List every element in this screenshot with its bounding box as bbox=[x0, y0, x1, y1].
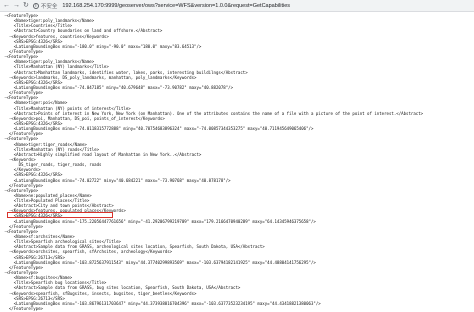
insecure-label: 不安全 bbox=[40, 3, 58, 10]
forward-icon[interactable]: → bbox=[13, 2, 20, 9]
xml-document: -<FeatureType> <Name>tiger:poly_landmark… bbox=[4, 13, 472, 311]
back-icon[interactable]: ← bbox=[3, 2, 10, 9]
security-indicator[interactable]: ! 不安全 bbox=[32, 2, 58, 10]
warning-icon: ! bbox=[32, 2, 39, 9]
reload-icon[interactable]: ↻ bbox=[23, 2, 29, 9]
nav-buttons: ← → ↻ bbox=[3, 2, 29, 9]
xml-line: </FeatureType> bbox=[4, 306, 43, 311]
url-field[interactable]: 192.168.254.170:9999/geoserver/ows?servi… bbox=[62, 3, 290, 9]
browser-address-bar: ← → ↻ ! 不安全 192.168.254.170:9999/geoserv… bbox=[0, 0, 474, 12]
